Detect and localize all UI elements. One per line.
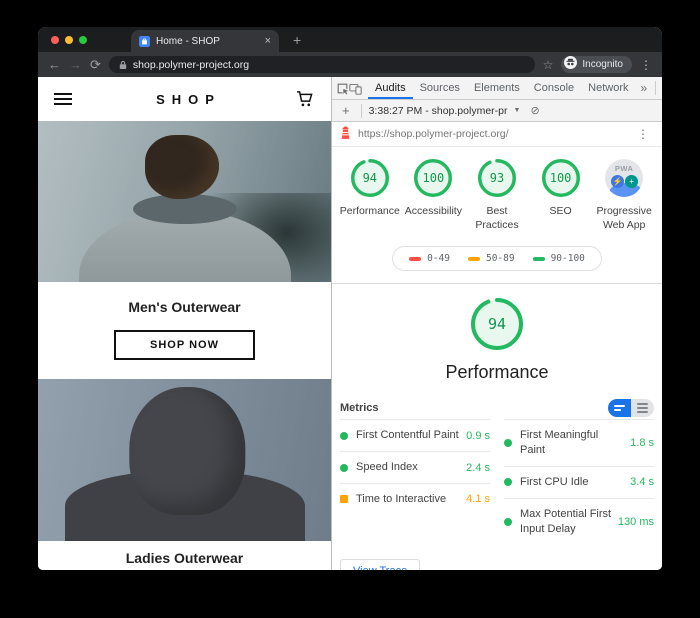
forward-icon[interactable]: → [69, 58, 82, 71]
minimize-window-button[interactable] [65, 35, 73, 44]
performance-section: 94 Performance Metrics First Contentful … [332, 284, 662, 570]
inspect-element-icon[interactable] [336, 77, 349, 99]
metrics-label: Metrics [340, 402, 379, 415]
score-seo[interactable]: 100 SEO [529, 159, 593, 232]
legend-average-icon [467, 256, 480, 261]
score-legend: 0-49 50-89 90-100 [332, 246, 662, 272]
site-brand[interactable]: SHOP [156, 92, 221, 107]
metric-rating-icon [340, 495, 348, 504]
back-icon[interactable]: ← [48, 58, 61, 71]
chrome-menu-icon[interactable]: ⋮ [640, 58, 652, 72]
close-window-button[interactable] [51, 35, 59, 44]
score-accessibility[interactable]: 100 Accessibility [402, 159, 466, 232]
lighthouse-icon [340, 126, 351, 142]
cart-icon[interactable] [295, 89, 315, 109]
pwa-badge-icon: PWA ⚡ + [605, 159, 644, 197]
chevron-down-icon: ▼ [513, 107, 521, 114]
clear-audits-icon[interactable]: ⊘ [530, 104, 539, 117]
score-performance[interactable]: 94 Performance [338, 159, 402, 232]
metric-time-to-interactive: Time to Interactive 4.1 s [340, 482, 490, 515]
devtools-tab-sources[interactable]: Sources [413, 77, 467, 99]
report-menu-icon[interactable]: ⋮ [632, 127, 654, 141]
tab-strip: Home - SHOP × + [38, 27, 662, 52]
site-viewport: SHOP Men's Outerwear SHOP NOW Ladies Out… [38, 77, 331, 570]
metric-first-contentful-paint: First Contentful Paint 0.9 s [340, 419, 490, 451]
metric-max-potential-fid: Max Potential First Input Delay 130 ms [504, 497, 654, 545]
metric-rating-icon [340, 463, 348, 472]
legend-fail-icon [409, 256, 422, 261]
devtools-menu-icon[interactable]: ⋮ [659, 81, 662, 95]
device-toolbar-icon[interactable] [349, 77, 362, 99]
score-summary: 94 Performance 100 Accessibility 93 Best… [332, 147, 662, 234]
condensed-view-icon[interactable] [608, 399, 631, 418]
view-trace-button[interactable]: View Trace [340, 558, 421, 570]
browser-window: Home - SHOP × + ← → ⟳ shop.polymer-proje… [38, 27, 662, 570]
devtools-tab-network[interactable]: Network [581, 77, 635, 99]
ladies-hero-image[interactable] [38, 379, 331, 541]
audit-run-select[interactable]: 3:38:27 PM - shop.polymer-pr [369, 105, 508, 117]
incognito-label: Incognito [582, 59, 623, 70]
mens-title: Men's Outerwear [128, 299, 241, 315]
browser-tab[interactable]: Home - SHOP × [131, 30, 279, 52]
devtools-tab-audits[interactable]: Audits [368, 77, 413, 99]
new-audit-icon[interactable]: + [338, 103, 354, 118]
metric-rating-icon [504, 517, 512, 526]
audited-url-row: https://shop.polymer-project.org/ ⋮ [332, 122, 662, 147]
devtools-tab-console[interactable]: Console [527, 77, 581, 99]
ladies-section: Ladies Outerwear [38, 541, 331, 570]
reload-icon[interactable]: ⟳ [90, 58, 101, 71]
screen-background: Home - SHOP × + ← → ⟳ shop.polymer-proje… [0, 0, 700, 618]
incognito-icon [564, 55, 578, 74]
site-header: SHOP [38, 77, 331, 121]
window-controls[interactable] [38, 27, 99, 52]
more-tabs-icon[interactable]: » [636, 81, 653, 95]
accessibility-score-gauge: 100 [414, 159, 453, 197]
tab-close-icon[interactable]: × [265, 35, 271, 47]
score-pwa[interactable]: PWA ⚡ + Progressive Web App [592, 159, 656, 232]
performance-detail-gauge: 94 [471, 298, 523, 351]
address-bar[interactable]: shop.polymer-project.org [108, 56, 535, 73]
fullscreen-window-button[interactable] [79, 35, 87, 44]
devtools-tabbar: Audits Sources Elements Console Network … [332, 77, 662, 100]
tab-title: Home - SHOP [156, 35, 220, 47]
performance-title: Performance [445, 362, 549, 383]
legend-pass-icon [532, 256, 545, 261]
metric-first-meaningful-paint: First Meaningful Paint 1.8 s [504, 419, 654, 466]
metrics-grid: First Contentful Paint 0.9 s Speed Index… [340, 419, 654, 544]
metrics-view-toggle [608, 399, 654, 418]
ladies-title: Ladies Outerwear [125, 550, 244, 566]
metric-speed-index: Speed Index 2.4 s [340, 451, 490, 483]
shop-favicon-icon [139, 35, 150, 47]
audit-run-bar: + 3:38:27 PM - shop.polymer-pr ▼ ⊘ [332, 100, 662, 122]
hamburger-menu-icon[interactable] [54, 93, 72, 105]
lock-icon [119, 60, 127, 70]
seo-score-gauge: 100 [541, 159, 580, 197]
performance-score-gauge: 94 [350, 159, 389, 197]
best-practices-score-gauge: 93 [477, 159, 516, 197]
list-view-icon[interactable] [631, 399, 654, 418]
shop-now-button[interactable]: SHOP NOW [114, 330, 255, 360]
metric-rating-icon [340, 431, 348, 440]
incognito-badge: Incognito [561, 55, 632, 74]
devtools-panel: Audits Sources Elements Console Network … [331, 77, 662, 570]
metric-rating-icon [504, 439, 512, 448]
metrics-header: Metrics [340, 399, 654, 418]
address-url: shop.polymer-project.org [132, 58, 250, 71]
new-tab-button[interactable]: + [293, 32, 301, 52]
metric-rating-icon [504, 478, 512, 487]
browser-toolbar: ← → ⟳ shop.polymer-project.org ☆ Incogni… [38, 52, 662, 77]
devtools-tab-elements[interactable]: Elements [467, 77, 527, 99]
mens-section: Men's Outerwear SHOP NOW [38, 282, 331, 379]
metric-first-cpu-idle: First CPU Idle 3.4 s [504, 465, 654, 498]
mens-hero-image[interactable] [38, 121, 331, 282]
bookmark-star-icon[interactable]: ☆ [543, 58, 554, 72]
score-best-practices[interactable]: 93 Best Practices [465, 159, 529, 232]
audited-url: https://shop.polymer-project.org/ [358, 128, 509, 140]
